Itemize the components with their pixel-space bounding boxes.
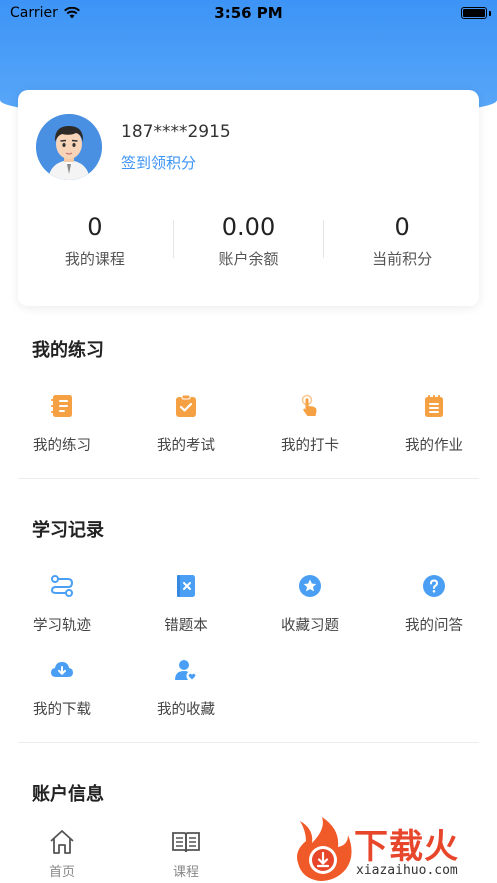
grid-item-my-checkin[interactable]: 我的打卡: [248, 394, 372, 455]
grid-item-label: 我的作业: [405, 438, 463, 454]
star-circle-icon: [299, 575, 321, 597]
section-title-practice: 我的练习: [32, 340, 104, 361]
watermark-url: xiazaihuo.com: [356, 863, 458, 878]
grid-item-my-downloads[interactable]: 我的下载: [0, 658, 124, 719]
stat-points[interactable]: 0 当前积分: [325, 210, 479, 270]
watermark: 下载火 xiazaihuo.com: [292, 815, 497, 883]
grid-item-label: 我的练习: [33, 438, 91, 454]
stat-label: 我的课程: [64, 250, 125, 268]
section-divider: [18, 742, 479, 743]
user-heart-icon: [175, 660, 198, 682]
tab-label: 课程: [172, 865, 199, 880]
avatar-image: [36, 114, 102, 180]
stat-value: 0: [394, 213, 410, 241]
grid-item-label: 我的打卡: [281, 438, 339, 454]
grid-item-learning-track[interactable]: 学习轨迹: [0, 574, 124, 635]
route-icon: [50, 575, 74, 597]
signin-points-link[interactable]: 签到领积分: [121, 152, 196, 173]
stat-balance[interactable]: 0.00 账户余额: [172, 210, 326, 270]
section-title-records: 学习记录: [32, 520, 104, 541]
stat-value: 0: [87, 213, 103, 241]
stat-courses[interactable]: 0 我的课程: [18, 210, 172, 270]
grid-item-label: 错题本: [164, 618, 208, 634]
grid-item-my-favorites[interactable]: 我的收藏: [124, 658, 248, 719]
wrong-book-icon: [177, 575, 195, 597]
stat-label: 账户余额: [218, 250, 279, 268]
grid-item-my-homework[interactable]: 我的作业: [372, 394, 496, 455]
watermark-text: 下载火: [354, 827, 459, 867]
tab-courses[interactable]: 课程: [156, 829, 216, 880]
divider: [323, 220, 324, 258]
status-time: 3:56 PM: [214, 4, 283, 22]
grid-item-label: 我的下载: [33, 702, 91, 718]
grid-item-label: 我的收藏: [157, 702, 215, 718]
battery-icon: [461, 7, 487, 19]
grid-item-wrong-book[interactable]: 错题本: [124, 574, 248, 635]
tab-home[interactable]: 首页: [32, 829, 92, 880]
section-title-account: 账户信息: [32, 784, 104, 805]
book-icon: [172, 832, 200, 853]
grid-item-my-exams[interactable]: 我的考试: [124, 394, 248, 455]
grid-item-label: 我的问答: [405, 618, 463, 634]
avatar[interactable]: [36, 114, 102, 180]
grid-item-label: 我的考试: [157, 438, 215, 454]
tap-finger-icon: [301, 394, 317, 416]
question-circle-icon: [423, 575, 445, 597]
notebook-icon: [51, 395, 72, 417]
flame-logo-icon: [297, 817, 352, 881]
cloud-download-icon: [51, 662, 73, 677]
tab-label: 首页: [48, 865, 75, 880]
grid-item-label: 收藏习题: [281, 618, 339, 634]
grid-item-my-practice[interactable]: 我的练习: [0, 394, 124, 455]
stat-label: 当前积分: [372, 250, 433, 268]
stats-row: 0 我的课程 0.00 账户余额 0 当前积分: [18, 210, 479, 270]
profile-card: 187****2915 签到领积分 0 我的课程 0.00 账户余额 0 当前积…: [18, 90, 479, 306]
divider: [173, 220, 174, 258]
section-divider: [18, 478, 479, 479]
grid-item-favorite-questions[interactable]: 收藏习题: [248, 574, 372, 635]
grid-item-my-qa[interactable]: 我的问答: [372, 574, 496, 635]
grid-item-label: 学习轨迹: [33, 618, 91, 634]
home-icon: [50, 830, 74, 854]
notepad-icon: [425, 395, 443, 417]
stat-value: 0.00: [221, 213, 276, 241]
user-phone: 187****2915: [121, 122, 231, 142]
status-bar: Carrier 3:56 PM: [0, 0, 497, 26]
clipboard-check-icon: [176, 394, 196, 417]
